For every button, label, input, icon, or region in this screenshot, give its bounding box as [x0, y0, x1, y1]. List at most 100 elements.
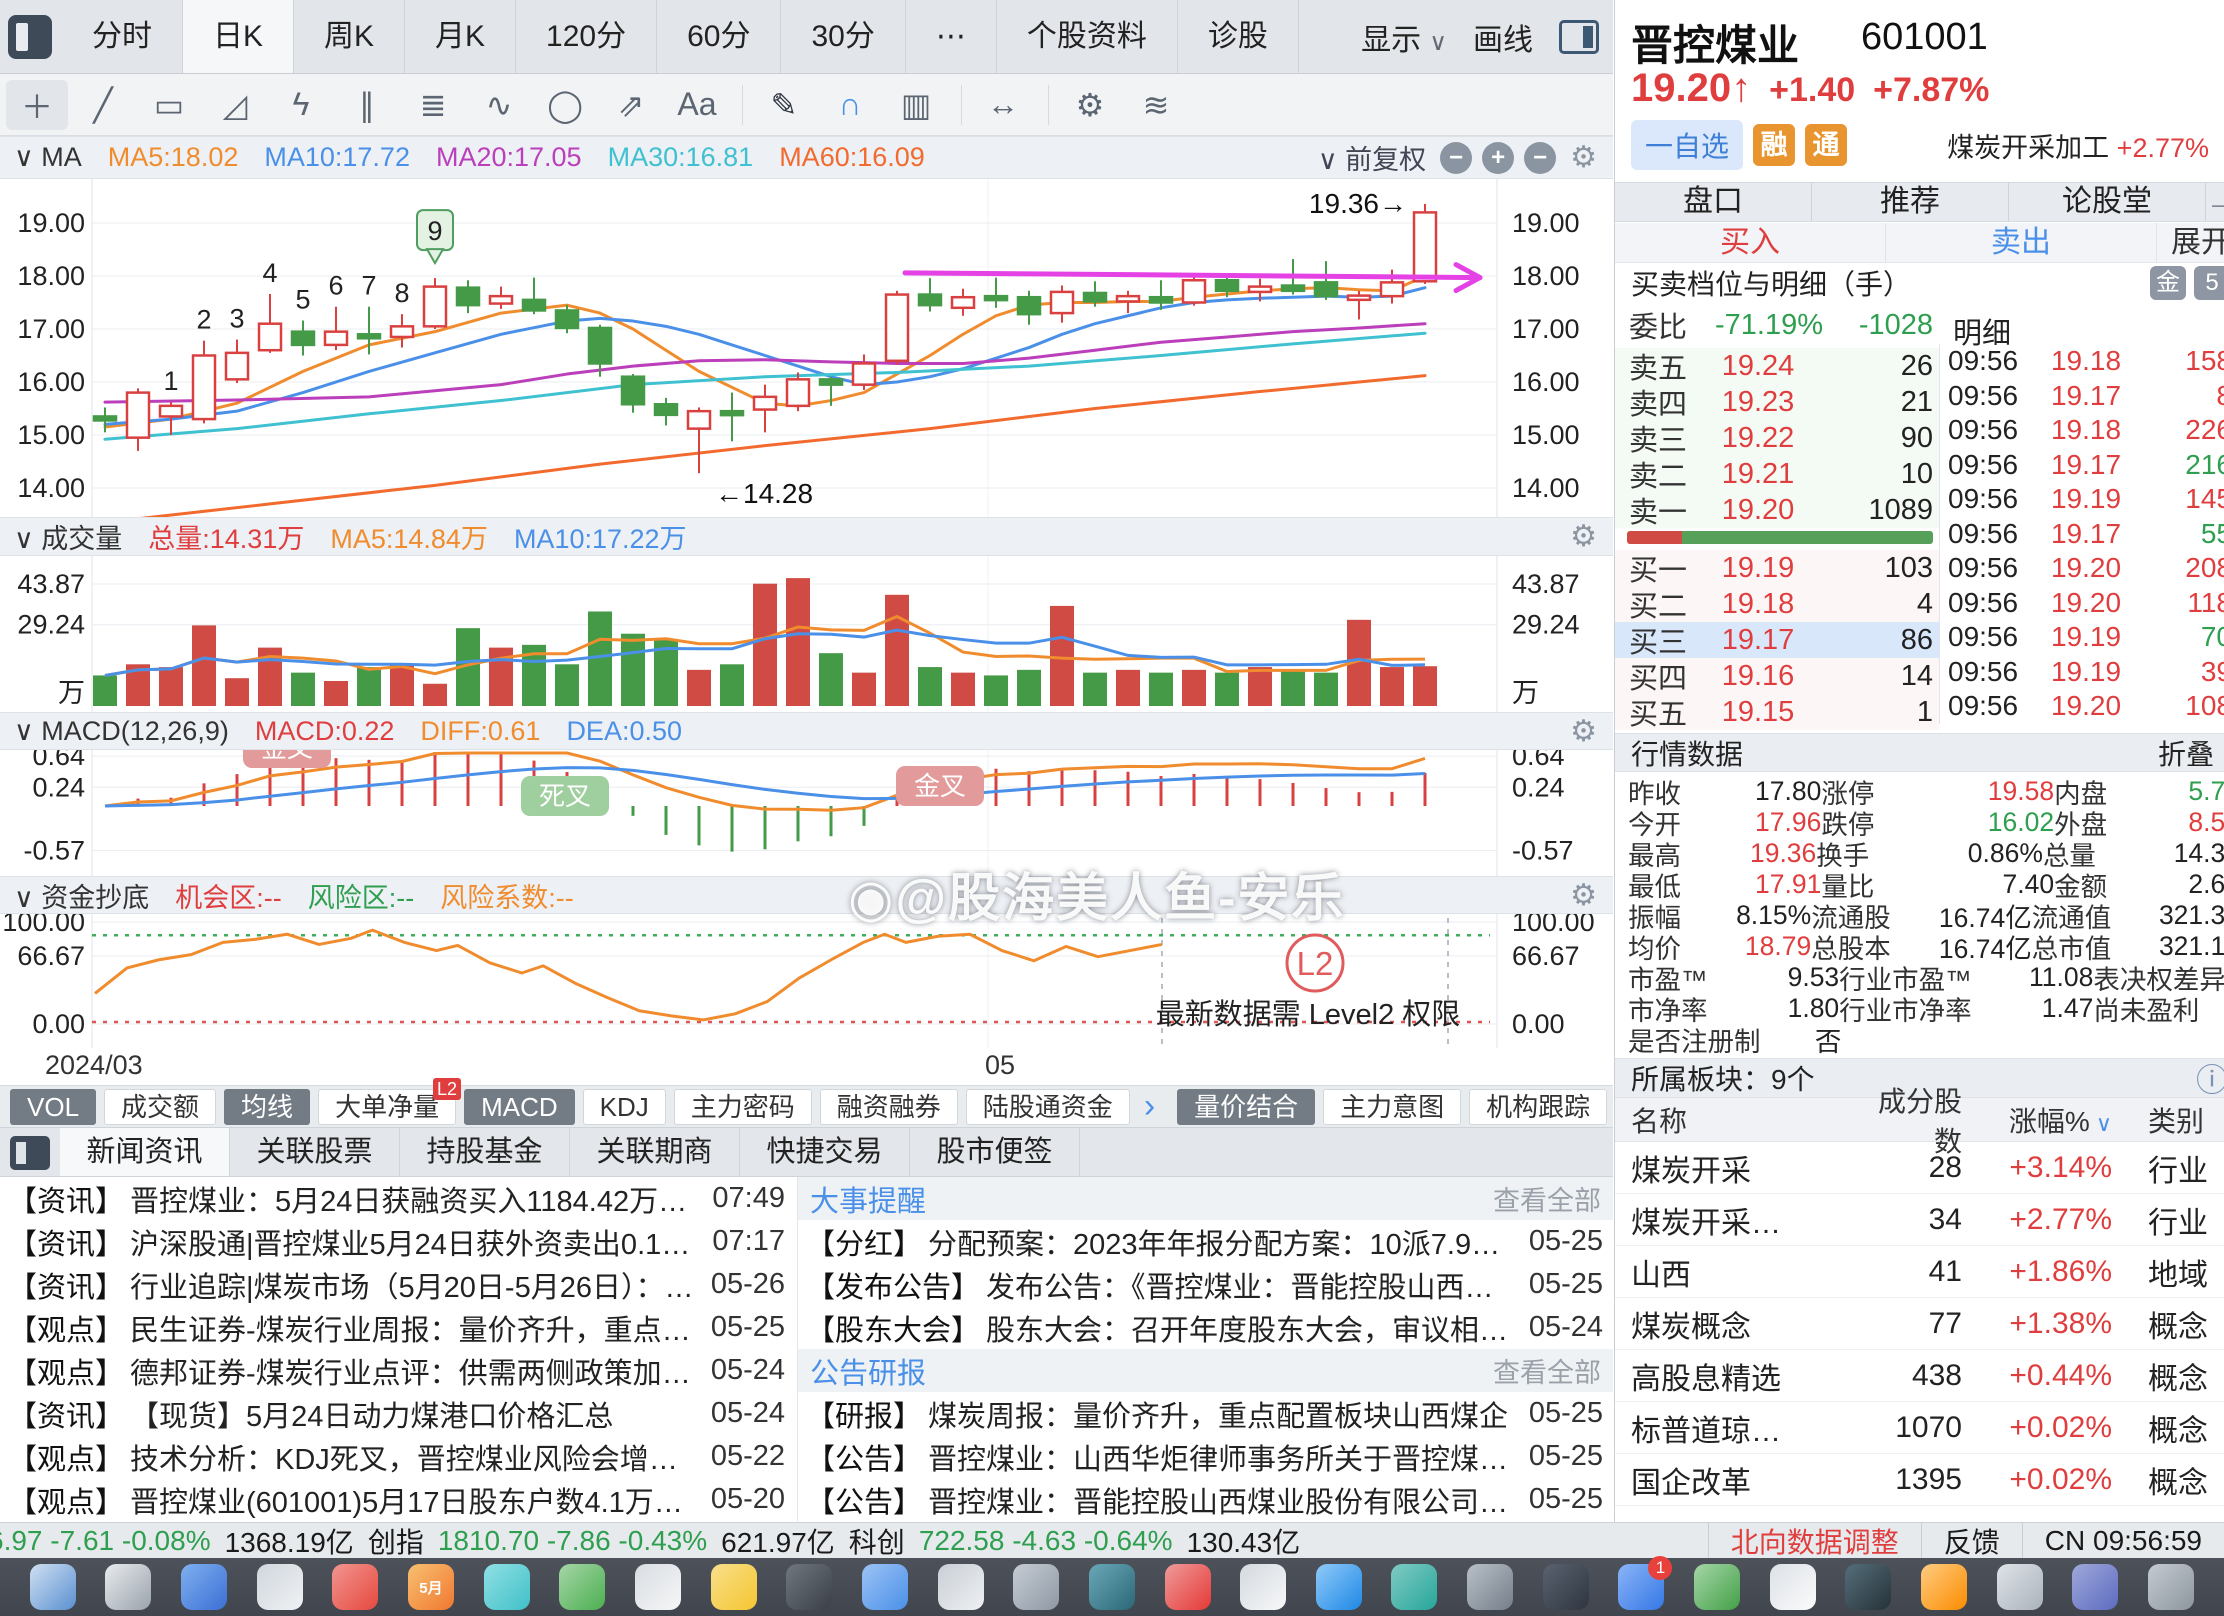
- news-item[interactable]: 【股东大会】股东大会：召开年度股东大会，审议相关议案05-24: [798, 1306, 1613, 1349]
- panel-tab-论股堂[interactable]: 论股堂: [2009, 183, 2206, 221]
- collapse-link[interactable]: 折叠: [2158, 733, 2214, 773]
- top-tab-月K[interactable]: 月K: [405, 0, 516, 73]
- news-item[interactable]: 【公告】晋控煤业：晋能控股山西煤业股份有限公司202…05-25: [798, 1478, 1613, 1521]
- dock-icon-21[interactable]: 1: [1618, 1564, 1664, 1610]
- dock-icon-22[interactable]: [1694, 1564, 1740, 1610]
- dock-icon-2[interactable]: [181, 1564, 227, 1610]
- bid-row[interactable]: 买五19.151: [1615, 694, 1939, 730]
- zoom-button[interactable]: −: [1440, 142, 1472, 174]
- indicator-label[interactable]: ∨ MA: [14, 142, 82, 173]
- view-all-link[interactable]: 查看全部: [1493, 1179, 1601, 1218]
- dock-icon-28[interactable]: [2148, 1564, 2194, 1610]
- indicator-tab-大单净量[interactable]: 大单净量L2: [318, 1089, 456, 1125]
- news-item[interactable]: 【分红】分配预案：2023年年报分配方案：10派7.9…05-25: [798, 1220, 1613, 1263]
- news-item[interactable]: 【发布公告】发布公告：《晋控煤业：晋能控股山西煤业…05-25: [798, 1263, 1613, 1306]
- fund-chart[interactable]: 100.00100.0066.6766.670.000.00L2最新数据需 Le…: [0, 914, 1613, 1048]
- indicator-tab-主力密码[interactable]: 主力密码: [674, 1089, 812, 1125]
- gear-icon[interactable]: ⚙: [1570, 140, 1597, 175]
- gann-lines-icon[interactable]: ≣: [402, 80, 464, 130]
- sector-link[interactable]: 煤炭开采加工 +2.77%: [1947, 126, 2209, 165]
- news-tab-关联股票[interactable]: 关联股票: [230, 1128, 400, 1176]
- volume-chart[interactable]: 43.8743.8729.2429.24万万: [0, 556, 1613, 712]
- dock-icon-5[interactable]: 5月: [408, 1564, 454, 1610]
- top-tab-日K[interactable]: 日K: [183, 0, 294, 73]
- top-tab-分时[interactable]: 分时: [62, 0, 183, 73]
- dock-icon-23[interactable]: [1770, 1564, 1816, 1610]
- news-window-icon[interactable]: [10, 1136, 50, 1170]
- sector-row[interactable]: 标普道琼…1070+0.02%概念: [1615, 1402, 2224, 1454]
- panel-toggle-icon[interactable]: [1559, 20, 1599, 54]
- gear-icon[interactable]: ⚙: [1570, 519, 1597, 554]
- dock-icon-19[interactable]: [1467, 1564, 1513, 1610]
- status-item[interactable]: 北向数据调整: [1708, 1523, 1921, 1558]
- text-note-icon[interactable]: Aa: [666, 80, 728, 130]
- top-tab-周K[interactable]: 周K: [294, 0, 405, 73]
- indicator-tab-MACD[interactable]: MACD: [464, 1089, 575, 1125]
- ask-row[interactable]: 卖二19.2110: [1615, 456, 1939, 492]
- order-badge-金[interactable]: 金: [2150, 266, 2186, 300]
- sector-row[interactable]: 高股息精选438+0.44%概念: [1615, 1350, 2224, 1402]
- vertical-lines-icon[interactable]: ∥: [336, 80, 398, 130]
- sector-row[interactable]: 煤炭开采28+3.14%行业: [1615, 1142, 2224, 1194]
- analysis-tab-机构跟踪[interactable]: 机构跟踪: [1469, 1089, 1607, 1125]
- indicator-tab-融资融券[interactable]: 融资融券: [820, 1089, 958, 1125]
- top-tab-60分[interactable]: 60分: [657, 0, 781, 73]
- dock-icon-18[interactable]: [1391, 1564, 1437, 1610]
- dock-icon-17[interactable]: [1316, 1564, 1362, 1610]
- top-tab-30分[interactable]: 30分: [781, 0, 905, 73]
- spread-adjust-icon[interactable]: ↔: [972, 80, 1034, 130]
- dock-icon-24[interactable]: [1845, 1564, 1891, 1610]
- status-item[interactable]: 反馈: [1921, 1523, 2022, 1558]
- order-badge-5[interactable]: 5: [2194, 266, 2224, 300]
- trash-icon[interactable]: ▥: [885, 80, 947, 130]
- magnet-icon[interactable]: ∩: [819, 80, 881, 130]
- dock-icon-26[interactable]: [1997, 1564, 2043, 1610]
- dock-icon-4[interactable]: [332, 1564, 378, 1610]
- fan-lines-icon[interactable]: ◿: [204, 80, 266, 130]
- view-all-link[interactable]: 查看全部: [1493, 1351, 1601, 1390]
- dock-icon-9[interactable]: [711, 1564, 757, 1610]
- news-tab-新闻资讯[interactable]: 新闻资讯: [60, 1128, 230, 1176]
- layers-icon[interactable]: ≋: [1125, 80, 1187, 130]
- panel-tab-推荐[interactable]: 推荐: [1812, 183, 2009, 221]
- bid-row[interactable]: 买四19.1614: [1615, 658, 1939, 694]
- rectangle-icon[interactable]: ▭: [138, 80, 200, 130]
- indicator-tab-陆股通资金[interactable]: 陆股通资金: [966, 1089, 1130, 1125]
- news-item[interactable]: 【公告】晋控煤业：山西华炬律师事务所关于晋控煤业2…05-25: [798, 1435, 1613, 1478]
- kline-chart[interactable]: 19.0019.0018.0018.0017.0017.0016.0016.00…: [0, 179, 1613, 517]
- news-item[interactable]: 【资讯】晋控煤业：5月24日获融资买入1184.42万元，…07:49: [0, 1177, 795, 1220]
- dock-icon-16[interactable]: [1240, 1564, 1286, 1610]
- dock-icon-7[interactable]: [559, 1564, 605, 1610]
- trend-line-icon[interactable]: ╱: [72, 80, 134, 130]
- connect-badge[interactable]: 通: [1805, 124, 1847, 166]
- app-window-icon[interactable]: [8, 15, 52, 59]
- news-item[interactable]: 【资讯】【现货】5月24日动力煤港口价格汇总05-24: [0, 1392, 795, 1435]
- indicator-label[interactable]: ∨ 资金抄底: [14, 876, 149, 915]
- news-item[interactable]: 【资讯】沪深股通|晋控煤业5月24日获外资卖出0.17%…07:17: [0, 1220, 795, 1263]
- top-tab-⋯[interactable]: ⋯: [906, 0, 997, 73]
- news-tab-关联期商[interactable]: 关联期商: [570, 1128, 740, 1176]
- draw-line-button[interactable]: 画线: [1473, 15, 1533, 59]
- panel-tab-盘口[interactable]: 盘口: [1615, 183, 1812, 221]
- zoom-button[interactable]: −: [1524, 142, 1556, 174]
- news-tab-股市便签[interactable]: 股市便签: [910, 1128, 1080, 1176]
- dock-icon-0[interactable]: [30, 1564, 76, 1610]
- sector-row[interactable]: 山西41+1.86%地域: [1615, 1246, 2224, 1298]
- dock-icon-8[interactable]: [635, 1564, 681, 1610]
- trade-tab-买入[interactable]: 买入: [1615, 223, 1886, 262]
- dock-icon-1[interactable]: [105, 1564, 151, 1610]
- dock-icon-6[interactable]: [484, 1564, 530, 1610]
- ask-row[interactable]: 卖三19.2290: [1615, 420, 1939, 456]
- settings-icon[interactable]: ⚙: [1059, 80, 1121, 130]
- pencil-icon[interactable]: ✎: [753, 80, 815, 130]
- indicator-tab-›[interactable]: ›: [1138, 1089, 1161, 1125]
- macd-chart[interactable]: 0.640.640.240.24-0.57-0.57金叉死叉金叉: [0, 750, 1613, 876]
- news-item[interactable]: 【观点】技术分析：KDJ死叉，晋控煤业风险会增大吗?05-22: [0, 1435, 795, 1478]
- top-tab-个股资料[interactable]: 个股资料: [997, 0, 1178, 73]
- indicator-tab-VOL[interactable]: VOL: [10, 1089, 96, 1125]
- column-header-涨幅%[interactable]: 涨幅% ∨: [1962, 1100, 2112, 1140]
- zoom-button[interactable]: +: [1482, 142, 1514, 174]
- watchlist-button[interactable]: 一自选: [1631, 120, 1743, 170]
- analysis-tab-主力意图[interactable]: 主力意图: [1323, 1089, 1461, 1125]
- ask-row[interactable]: 卖五19.2426: [1615, 348, 1939, 384]
